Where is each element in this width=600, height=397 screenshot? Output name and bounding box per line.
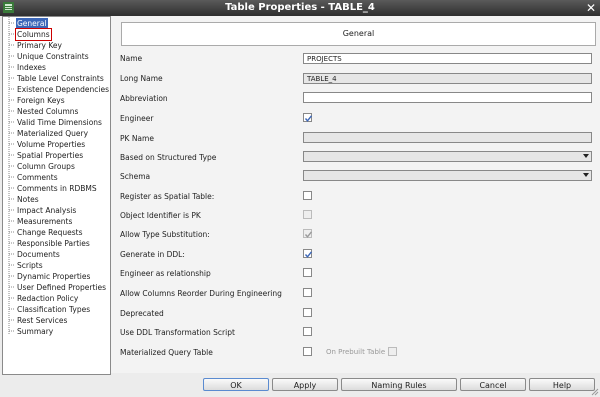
button-bar: OK Apply Naming Rules Cancel Help (0, 375, 600, 397)
dropdown-arrow-icon (583, 173, 589, 177)
allow-type-substitution-checkbox[interactable] (303, 229, 313, 238)
deprecated-checkbox[interactable] (303, 308, 312, 317)
generate-in-ddl-checkbox[interactable] (303, 249, 313, 258)
title-bar[interactable]: Table Properties - TABLE_4 ✕ (0, 0, 600, 16)
use-ddl-transformation-label: Use DDL Transformation Script (120, 328, 235, 337)
close-icon[interactable]: ✕ (585, 2, 597, 14)
on-prebuilt-table-label: On Prebuilt Table (326, 348, 386, 356)
object-identifier-pk-checkbox[interactable] (303, 210, 312, 219)
pk-name-label: PK Name (120, 134, 154, 143)
nav-item-unique-constraints[interactable]: Unique Constraints (16, 51, 90, 62)
nav-item-columns[interactable]: Columns (15, 28, 52, 41)
structured-type-combo[interactable] (303, 151, 592, 162)
long-name-label: Long Name (120, 74, 163, 83)
nav-item-notes[interactable]: Notes (16, 194, 40, 205)
nav-item-materialized-query[interactable]: Materialized Query (16, 128, 89, 139)
nav-item-primary-key[interactable]: Primary Key (16, 40, 63, 51)
on-prebuilt-table-checkbox[interactable] (388, 347, 397, 356)
deprecated-label: Deprecated (120, 309, 164, 318)
abbreviation-field[interactable] (303, 92, 592, 103)
allow-columns-reorder-label: Allow Columns Reorder During Engineering (120, 289, 282, 298)
long-name-field[interactable]: TABLE_4 (303, 73, 592, 84)
dropdown-arrow-icon (583, 154, 589, 158)
window-title: Table Properties - TABLE_4 (225, 2, 375, 13)
nav-item-documents[interactable]: Documents (16, 249, 61, 260)
check-icon (304, 251, 313, 258)
nav-item-measurements[interactable]: Measurements (16, 216, 73, 227)
nav-item-table-level-constraints[interactable]: Table Level Constraints (16, 73, 105, 84)
schema-combo[interactable] (303, 170, 592, 181)
name-label: Name (120, 54, 143, 63)
nav-item-dynamic-properties[interactable]: Dynamic Properties (16, 271, 91, 282)
nav-item-existence-dependencies[interactable]: Existence Dependencies (16, 84, 110, 95)
check-icon (304, 231, 313, 238)
tree-lines (8, 17, 15, 335)
nav-item-spatial-properties[interactable]: Spatial Properties (16, 150, 84, 161)
engineer-label: Engineer (120, 114, 154, 123)
nav-item-responsible-parties[interactable]: Responsible Parties (16, 238, 91, 249)
nav-item-rest-services[interactable]: Rest Services (16, 315, 68, 326)
materialized-query-table-label: Materialized Query Table (120, 348, 213, 357)
nav-item-scripts[interactable]: Scripts (16, 260, 44, 271)
nav-item-indexes[interactable]: Indexes (16, 62, 47, 73)
dialog-body: General Columns Primary Key Unique Constrai… (0, 16, 600, 397)
structured-type-label: Based on Structured Type (120, 153, 217, 162)
check-icon (304, 115, 313, 122)
nav-item-change-requests[interactable]: Change Requests (16, 227, 83, 238)
allow-type-substitution-label: Allow Type Substitution: (120, 230, 210, 239)
engineer-as-relationship-checkbox[interactable] (303, 268, 312, 277)
navigation-tree: General Columns Primary Key Unique Constrai… (2, 16, 111, 375)
allow-columns-reorder-checkbox[interactable] (303, 288, 312, 297)
resize-grip-icon[interactable] (591, 388, 599, 396)
nav-item-summary[interactable]: Summary (16, 326, 54, 337)
name-field[interactable]: PROJECTS (303, 53, 592, 64)
object-identifier-pk-label: Object Identifier is PK (120, 211, 201, 220)
engineer-checkbox[interactable] (303, 113, 313, 122)
nav-item-classification-types[interactable]: Classification Types (16, 304, 91, 315)
nav-item-user-defined-properties[interactable]: User Defined Properties (16, 282, 107, 293)
nav-item-comments-in-rdbms[interactable]: Comments in RDBMS (16, 183, 98, 194)
use-ddl-transformation-checkbox[interactable] (303, 327, 312, 336)
register-spatial-checkbox[interactable] (303, 191, 312, 200)
section-title: General (121, 22, 596, 46)
cancel-button[interactable]: Cancel (460, 378, 526, 391)
general-panel: General Name PROJECTS Long Name TABLE_4 … (111, 16, 600, 373)
nav-item-valid-time-dimensions[interactable]: Valid Time Dimensions (16, 117, 103, 128)
nav-item-redaction-policy[interactable]: Redaction Policy (16, 293, 79, 304)
apply-button[interactable]: Apply (272, 378, 338, 391)
materialized-query-table-checkbox[interactable] (303, 347, 312, 356)
nav-item-nested-columns[interactable]: Nested Columns (16, 106, 79, 117)
ok-button[interactable]: OK (203, 378, 269, 391)
nav-item-general[interactable]: General (16, 18, 48, 29)
generate-in-ddl-label: Generate in DDL: (120, 250, 185, 259)
schema-label: Schema (120, 172, 151, 181)
pk-name-field[interactable] (303, 132, 592, 143)
nav-item-column-groups[interactable]: Column Groups (16, 161, 76, 172)
nav-item-volume-properties[interactable]: Volume Properties (16, 139, 86, 150)
nav-item-impact-analysis[interactable]: Impact Analysis (16, 205, 77, 216)
engineer-as-relationship-label: Engineer as relationship (120, 269, 211, 278)
register-spatial-label: Register as Spatial Table: (120, 192, 215, 201)
naming-rules-button[interactable]: Naming Rules (341, 378, 457, 391)
nav-item-comments[interactable]: Comments (16, 172, 59, 183)
abbreviation-label: Abbreviation (120, 94, 168, 103)
help-button[interactable]: Help (529, 378, 595, 391)
nav-item-foreign-keys[interactable]: Foreign Keys (16, 95, 66, 106)
